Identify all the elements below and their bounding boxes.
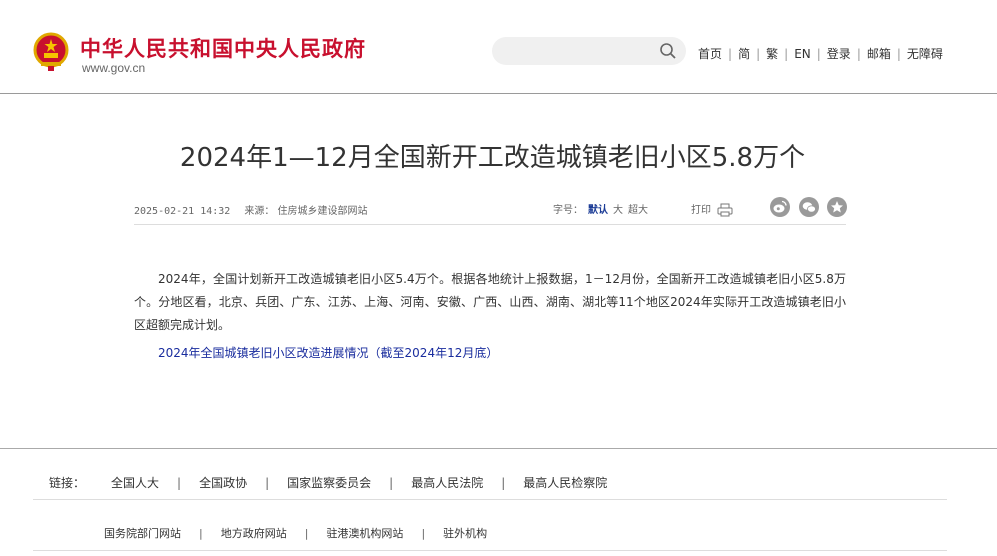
nav-separator: | [784,47,789,61]
font-size-xlarge-option[interactable]: 超大 [628,205,648,216]
nav-mail-link[interactable]: 邮箱 [867,47,891,61]
footer-separator: | [389,476,394,490]
footer-links: 链接： 全国人大 | 全国政协 | 国家监察委员会 | 最高人民法院 | 最高人民检察院 [49,474,607,491]
top-nav: 首页 | 简 | 繁 | EN | 登录 | 邮箱 | 无障碍 [698,45,943,62]
footer-link-overseas[interactable]: 驻外机构 [443,527,487,540]
nav-english-link[interactable]: EN [794,47,811,61]
printer-icon [717,203,733,217]
print-label: 打印 [691,205,711,216]
nav-separator: | [816,47,821,61]
footer-bottom-divider [33,550,947,551]
wechat-icon [802,202,816,213]
footer-separator: | [304,527,309,540]
nav-accessibility-link[interactable]: 无障碍 [907,47,943,61]
nav-home-link[interactable]: 首页 [698,47,722,61]
footer-links-secondary: 国务院部门网站 | 地方政府网站 | 驻港澳机构网站 | 驻外机构 [104,525,487,541]
footer-link-npc[interactable]: 全国人大 [111,476,159,490]
footer-link-court[interactable]: 最高人民法院 [411,476,483,490]
footer-separator: | [199,527,203,540]
site-header: 中华人民共和国中央人民政府 www.gov.cn 首页 | 简 | 繁 | EN | 登录 | 邮箱… [0,0,997,94]
search-input[interactable] [492,37,686,65]
footer-separator: | [421,527,426,540]
site-name[interactable]: 中华人民共和国中央人民政府 [80,33,366,63]
font-size-control: 字号： 默认大超大 [553,201,648,216]
national-emblem-icon[interactable] [33,32,69,72]
favorite-button[interactable] [827,197,847,217]
footer-link-hk-macao[interactable]: 驻港澳机构网站 [326,527,403,540]
footer-link-cppcc[interactable]: 全国政协 [199,476,247,490]
nav-separator: | [856,47,861,61]
star-icon [831,201,843,213]
footer-link-departments[interactable]: 国务院部门网站 [104,527,181,540]
nav-separator: | [756,47,761,61]
weibo-share-button[interactable] [770,197,790,217]
nav-separator: | [728,47,733,61]
article-paragraph: 2024年，全国计划新开工改造城镇老旧小区5.4万个。根据各地统计上报数据，1－… [134,272,846,332]
footer-divider [0,448,997,449]
font-size-default-option[interactable]: 默认 [588,205,608,216]
print-button[interactable]: 打印 [691,201,733,217]
nav-login-link[interactable]: 登录 [827,47,851,61]
article-source: 来源： 住房城乡建设部网站 [244,206,368,217]
footer-link-procuratorate[interactable]: 最高人民检察院 [523,476,607,490]
nav-traditional-link[interactable]: 繁 [766,47,778,61]
footer-link-local-gov[interactable]: 地方政府网站 [221,527,287,540]
footer-separator: | [177,476,182,490]
footer-separator: | [265,476,270,490]
search-icon[interactable] [659,42,677,60]
article-related-link[interactable]: 2024年全国城镇老旧小区改造进展情况（截至2024年12月底） [158,344,498,361]
footer-links-label: 链接： [49,476,86,490]
weibo-icon [773,200,787,213]
article-title: 2024年1—12月全国新开工改造城镇老旧小区5.8万个 [179,143,806,173]
article-date: 2025-02-21 14:32 [134,206,231,217]
footer-mid-divider [33,499,947,500]
nav-simplified-link[interactable]: 简 [738,47,750,61]
wechat-share-button[interactable] [799,197,819,217]
article-meta: 2025-02-21 14:32 来源： 住房城乡建设部网站 [134,202,368,217]
footer-link-supervision[interactable]: 国家监察委员会 [287,476,371,490]
font-size-label: 字号： [553,205,583,216]
site-url: www.gov.cn [82,61,146,75]
meta-divider [134,224,846,225]
font-size-large-option[interactable]: 大 [613,205,623,216]
nav-separator: | [896,47,901,61]
footer-separator: | [501,476,506,490]
